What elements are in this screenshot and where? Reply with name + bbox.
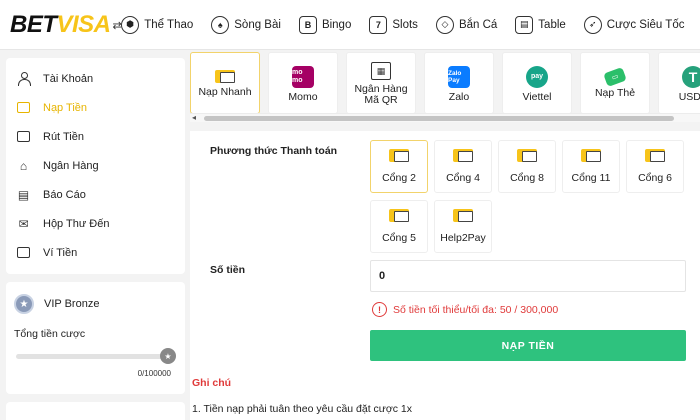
table-game-icon: ▤: [515, 15, 534, 34]
slot-machine-icon: 7: [369, 15, 388, 34]
method-tab-viettel[interactable]: pay Viettel: [502, 52, 572, 114]
method-tab-nap-nhanh[interactable]: Nạp Nhanh: [190, 52, 260, 114]
betvisa-logo[interactable]: BETVISA ⇄: [0, 10, 122, 39]
gate-cong-11[interactable]: Cổng 11: [562, 140, 620, 193]
nav-item-bingo[interactable]: B Bingo: [298, 15, 351, 34]
sidebar-item-ngan-hang[interactable]: ⌂ Ngân Hàng: [6, 151, 185, 180]
main-nav: ⬢ Thể Thao ♠ Sòng Bài B Bingo 7 Slots ◇ Bắn C…: [121, 0, 700, 50]
vip-badge-icon: ★: [14, 294, 34, 314]
deposit-submit-button[interactable]: NẠP TIỀN: [370, 330, 686, 361]
vip-level: VIP Bronze: [44, 298, 100, 310]
nav-item-table[interactable]: ▤ Table: [515, 15, 566, 34]
sidebar-item-nap-tien[interactable]: Nạp Tiền: [6, 93, 185, 122]
bingo-icon: B: [298, 15, 317, 34]
card-icon: [215, 70, 235, 83]
fish-icon: ◇: [435, 15, 454, 34]
card-icon: [645, 149, 665, 162]
gate-cong-5[interactable]: Cổng 5: [370, 200, 428, 253]
amount-limit-warning: ! Số tiền tối thiểu/tối đa: 50 / 300,000: [372, 302, 558, 317]
bank-icon: ⌂: [19, 158, 28, 173]
method-tab-usdt[interactable]: T USDT: [658, 52, 700, 114]
gate-cong-8[interactable]: Cổng 8: [498, 140, 556, 193]
vip-progress-bar: ★: [16, 348, 176, 364]
card-icon: [453, 209, 473, 222]
method-tabs-scrollbar[interactable]: ◂: [190, 113, 700, 122]
soccer-ball-icon: ⬢: [121, 15, 140, 34]
nav-item-song-bai[interactable]: ♠ Sòng Bài: [211, 15, 281, 34]
nav-item-cuoc-sieu-toc[interactable]: ➶ Cược Siêu Tốc: [583, 15, 684, 34]
payment-method-label: Phương thức Thanh toán: [210, 145, 338, 157]
nav-item-ban-ca[interactable]: ◇ Bắn Cá: [435, 15, 497, 34]
sidebar-item-bao-cao[interactable]: ▤ Báo Cáo: [6, 180, 185, 209]
sidebar-item-hop-thu-den[interactable]: ✉ Hộp Thư Đến: [6, 209, 185, 238]
scratch-card-icon: ▭: [603, 66, 627, 87]
bank-qr-icon: ▦: [371, 62, 391, 80]
warning-icon: !: [372, 302, 387, 317]
card-icon: [517, 149, 537, 162]
withdraw-icon: [16, 129, 31, 144]
switch-arrow-icon[interactable]: ⇄: [113, 20, 122, 32]
logo-bet: BET: [10, 10, 57, 38]
scrollbar-thumb[interactable]: [204, 116, 674, 121]
viettel-pay-icon: pay: [526, 65, 548, 88]
momo-icon: mo mo: [292, 65, 314, 88]
dealer-icon: ♠: [211, 15, 230, 34]
gate-cong-6[interactable]: Cổng 6: [626, 140, 684, 193]
card-icon: [389, 149, 409, 162]
user-icon: [16, 71, 31, 86]
nav-item-slots[interactable]: 7 Slots: [369, 15, 418, 34]
sidebar-bottom-card: [6, 402, 185, 420]
vip-bet-label: Tổng tiền cược: [14, 328, 86, 340]
tether-icon: T: [682, 65, 700, 88]
method-tab-zalo[interactable]: Zalo Pay Zalo: [424, 52, 494, 114]
zalopay-icon: Zalo Pay: [448, 65, 470, 88]
vip-card: ★ VIP Bronze Tổng tiền cược ★ 0/100000: [6, 282, 185, 394]
logo-visa: VISA: [56, 10, 112, 38]
notes-item: 1. Tiền nạp phải tuân theo yêu cầu đặt c…: [192, 403, 412, 415]
card-icon: [581, 149, 601, 162]
wallet-icon: [16, 245, 31, 260]
sidebar-item-rut-tien[interactable]: Rút Tiền: [6, 122, 185, 151]
method-tab-momo[interactable]: mo mo Momo: [268, 52, 338, 114]
vip-progress-value: 0/100000: [137, 369, 171, 378]
card-icon: [389, 209, 409, 222]
sidebar-item-vi-tien[interactable]: Ví Tiền: [6, 238, 185, 267]
deposit-panel: Phương thức Thanh toán Cổng 2 Cổng 4 Cổn…: [190, 131, 700, 371]
gate-help2pay[interactable]: Help2Pay: [434, 200, 492, 253]
gate-cong-2[interactable]: Cổng 2: [370, 140, 428, 193]
sidebar-item-tai-khoan[interactable]: Tài Khoản: [6, 64, 185, 93]
method-tab-nap-the[interactable]: ▭ Nạp Thẻ: [580, 52, 650, 114]
report-icon: ▤: [17, 187, 30, 202]
card-icon: [453, 149, 473, 162]
vip-progress-knob-icon: ★: [160, 348, 176, 364]
scroll-left-icon[interactable]: ◂: [192, 113, 196, 122]
notes-title: Ghi chú: [192, 377, 232, 389]
deposit-wallet-icon: [16, 100, 31, 115]
method-tab-ngan-hang-qr[interactable]: ▦ Ngân Hàng Mã QR: [346, 52, 416, 114]
amount-limit-text: Số tiền tối thiểu/tối đa: 50 / 300,000: [393, 303, 559, 316]
amount-label: Số tiền: [210, 264, 246, 276]
gate-cong-4[interactable]: Cổng 4: [434, 140, 492, 193]
mail-icon: ✉: [18, 216, 29, 231]
nav-item-the-thao[interactable]: ⬢ Thể Thao: [121, 15, 193, 34]
amount-input[interactable]: [370, 260, 686, 292]
payment-gates: Cổng 2 Cổng 4 Cổng 8 Cổng 11 Cổng 6 Cổng…: [370, 140, 700, 253]
rocket-icon: ➶: [583, 15, 602, 34]
account-sidebar: Tài Khoản Nạp Tiền Rút Tiền ⌂ Ngân Hàng ▤…: [6, 58, 185, 274]
top-header: BETVISA ⇄ ⬢ Thể Thao ♠ Sòng Bài B Bingo 7 Slo…: [0, 0, 700, 50]
notes-section: Ghi chú 1. Tiền nạp phải tuân theo yêu c…: [190, 371, 700, 420]
